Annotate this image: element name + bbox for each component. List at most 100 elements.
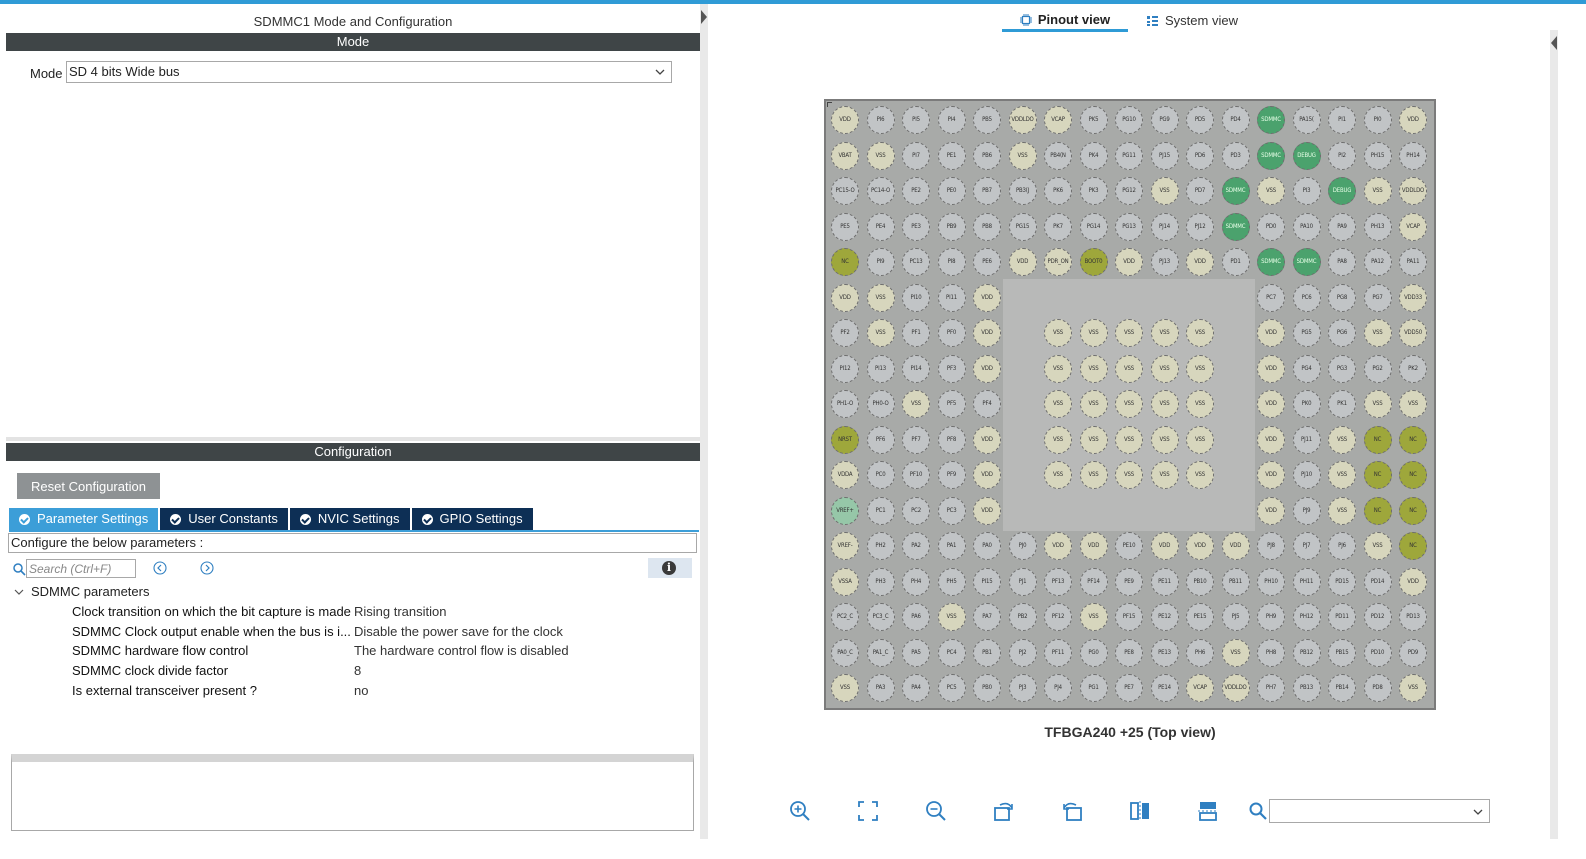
pin-ph12[interactable]: PH12 [1292, 603, 1321, 631]
pin-vdd[interactable]: VDD [1257, 319, 1285, 347]
pin-pj12[interactable]: PJ12 [1186, 212, 1214, 241]
pin-pk6[interactable]: PK6 [1044, 177, 1072, 205]
pin-pd3[interactable]: PD3 [1221, 141, 1250, 170]
pin-pb2[interactable]: PB2 [1008, 603, 1037, 631]
pin-pe4[interactable]: PE4 [866, 212, 895, 241]
pin-sdmmc[interactable]: SDMMC [1221, 177, 1250, 205]
pin-pc5[interactable]: PC5 [937, 674, 966, 702]
reset-configuration-button[interactable]: Reset Configuration [17, 473, 160, 499]
pin-pb1[interactable]: PB1 [973, 638, 1001, 667]
pin-ph11[interactable]: PH11 [1292, 567, 1321, 596]
tab-nvic-settings[interactable]: NVIC Settings [289, 508, 410, 530]
pin-pa9[interactable]: PA9 [1328, 212, 1356, 241]
pin-vss[interactable]: VSS [1044, 319, 1072, 347]
pin-vss[interactable]: VSS [866, 319, 895, 347]
pin-vss[interactable]: VSS [1399, 390, 1427, 418]
pin-nc[interactable]: NC [1363, 496, 1392, 525]
pin-pk3[interactable]: PK3 [1079, 177, 1108, 205]
pin-pe8[interactable]: PE8 [1115, 638, 1143, 667]
pin-vss[interactable]: VSS [1186, 461, 1214, 489]
pin-pe12[interactable]: PE12 [1150, 603, 1179, 631]
pin-pj13[interactable]: PJ13 [1150, 248, 1179, 276]
pin-nrst[interactable]: NRST [831, 425, 859, 454]
pin-vdd[interactable]: VDD [973, 354, 1001, 383]
pin-vss[interactable]: VSS [1186, 354, 1214, 383]
pin-pk2[interactable]: PK2 [1399, 354, 1427, 383]
pin-vdd[interactable]: VDD [831, 106, 859, 134]
pin-pj9[interactable]: PJ9 [1292, 496, 1321, 525]
pin-pf13[interactable]: PF13 [1044, 567, 1072, 596]
pin-pg5[interactable]: PG5 [1292, 319, 1321, 347]
pin-nc[interactable]: NC [831, 248, 859, 276]
pin-vss[interactable]: VSS [1150, 461, 1179, 489]
pin-pg6[interactable]: PG6 [1328, 319, 1356, 347]
pin-debug[interactable]: DEBUG [1328, 177, 1356, 205]
pin-pf9[interactable]: PF9 [937, 461, 966, 489]
pin-pf6[interactable]: PF6 [866, 425, 895, 454]
pin-pb12[interactable]: PB12 [1292, 638, 1321, 667]
search-input[interactable] [26, 559, 136, 578]
pin-vss[interactable]: VSS [1328, 461, 1356, 489]
pin-vcap[interactable]: VCAP [1399, 212, 1427, 241]
pin-vref-[interactable]: VREF- [831, 532, 859, 560]
pin-vbat[interactable]: VBAT [831, 141, 859, 170]
panel-splitter[interactable] [6, 437, 700, 441]
pin-pg13[interactable]: PG13 [1115, 212, 1143, 241]
pin-pj5[interactable]: PJ5 [1221, 603, 1250, 631]
pin-ph15[interactable]: PH15 [1363, 141, 1392, 170]
pin-vdda[interactable]: VDDA [831, 461, 859, 489]
pin-vss[interactable]: VSS [1044, 390, 1072, 418]
tab-user-constants[interactable]: User Constants [160, 508, 288, 530]
pin-ph2[interactable]: PH2 [866, 532, 895, 560]
pin-pe6[interactable]: PE6 [973, 248, 1001, 276]
pin-vss[interactable]: VSS [1044, 461, 1072, 489]
tab-pinout-view[interactable]: Pinout view [1002, 10, 1128, 32]
pin-pa7[interactable]: PA7 [973, 603, 1001, 631]
pin-vss[interactable]: VSS [1079, 603, 1108, 631]
pin-vddldo[interactable]: VDDLDO [1399, 177, 1427, 205]
pin-vss[interactable]: VSS [1399, 674, 1427, 702]
rotate-left-icon[interactable] [1060, 799, 1084, 823]
pin-pd11[interactable]: PD11 [1328, 603, 1356, 631]
pin-vss[interactable]: VSS [1186, 319, 1214, 347]
pin-pa8[interactable]: PA8 [1328, 248, 1356, 276]
pin-pa12[interactable]: PA12 [1363, 248, 1392, 276]
pin-ph10[interactable]: PH10 [1257, 567, 1285, 596]
pin-pc6[interactable]: PC6 [1292, 283, 1321, 312]
pin-vdd33[interactable]: VDD33 [1399, 283, 1427, 312]
pin-ph14[interactable]: PH14 [1399, 141, 1427, 170]
pin-pe11[interactable]: PE11 [1150, 567, 1179, 596]
pin-pc13[interactable]: PC13 [902, 248, 930, 276]
pin-pa10[interactable]: PA10 [1292, 212, 1321, 241]
pin-pa11[interactable]: PA11 [1399, 248, 1427, 276]
pin-pi11[interactable]: PI11 [937, 283, 966, 312]
pin-vss[interactable]: VSS [1079, 425, 1108, 454]
pin-pi3[interactable]: PI3 [1292, 177, 1321, 205]
pin-pe14[interactable]: PE14 [1150, 674, 1179, 702]
pin-pa1[interactable]: PA1 [937, 532, 966, 560]
zoom-in-icon[interactable] [788, 799, 812, 823]
pin-boot0[interactable]: BOOT0 [1079, 248, 1108, 276]
pin-pf11[interactable]: PF11 [1044, 638, 1072, 667]
pin-pb13[interactable]: PB13 [1292, 674, 1321, 702]
param-row[interactable]: SDMMC Clock output enable when the bus i… [72, 622, 712, 642]
pin-pj6[interactable]: PJ6 [1328, 532, 1356, 560]
pin-pd15[interactable]: PD15 [1328, 567, 1356, 596]
pin-pi4[interactable]: PI4 [937, 106, 966, 134]
pin-pf2[interactable]: PF2 [831, 319, 859, 347]
pin-vss[interactable]: VSS [1044, 354, 1072, 383]
pin-vdd[interactable]: VDD [1257, 461, 1285, 489]
pin-pb0[interactable]: PB0 [973, 674, 1001, 702]
pin-pe9[interactable]: PE9 [1115, 567, 1143, 596]
pin-pb10[interactable]: PB10 [1186, 567, 1214, 596]
pin-vss[interactable]: VSS [1150, 390, 1179, 418]
pin-vss[interactable]: VSS [1257, 177, 1285, 205]
pin-sdmmc[interactable]: SDMMC [1257, 248, 1285, 276]
pin-pd0[interactable]: PD0 [1257, 212, 1285, 241]
pin-pe5[interactable]: PE5 [831, 212, 859, 241]
previous-match-icon[interactable] [153, 561, 167, 575]
pin-vss[interactable]: VSS [1363, 177, 1392, 205]
pin-pg3[interactable]: PG3 [1328, 354, 1356, 383]
pin-pc3[interactable]: PC3 [937, 496, 966, 525]
pin-ph4[interactable]: PH4 [902, 567, 930, 596]
